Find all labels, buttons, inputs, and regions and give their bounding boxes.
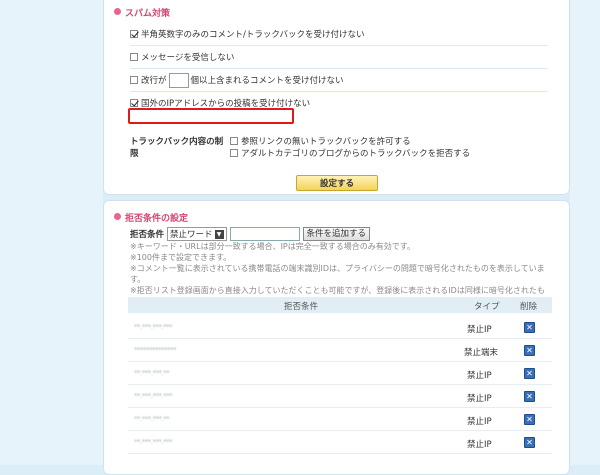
condition-type: 禁止IP bbox=[467, 394, 492, 404]
reject-adult-label: アダルトカテゴリのブログからのトラックバックを拒否する bbox=[241, 149, 471, 159]
condition-type: 禁止IP bbox=[467, 325, 492, 335]
note-line: ※100件まで設定できます。 bbox=[130, 253, 232, 262]
condition-input[interactable] bbox=[229, 227, 300, 241]
reject-section-heading: 拒否条件の設定 bbox=[114, 211, 188, 224]
bullet-icon bbox=[114, 8, 121, 15]
condition-label: 拒否条件 bbox=[130, 230, 165, 240]
chevron-down-icon: ▼ bbox=[214, 229, 224, 239]
reject-adult-checkbox[interactable] bbox=[230, 149, 238, 157]
spam-settings-panel: スパム対策 半角英数字のみのコメント/トラックバックを受け付けない メッセージを… bbox=[103, 0, 570, 195]
condition-type: 禁止端末 bbox=[464, 348, 499, 358]
note-line: ※キーワード・URLは部分一致する場合、IPは完全一致する場合のみ有効です。 bbox=[130, 242, 415, 251]
condition-type: 禁止IP bbox=[467, 371, 492, 381]
delete-icon[interactable]: ✕ bbox=[524, 368, 535, 379]
alnum-only-label: 半角英数字のみのコメント/トラックバックを受け付けない bbox=[141, 30, 365, 40]
delete-icon[interactable]: ✕ bbox=[524, 414, 535, 425]
condition-value: **.***.***.*** bbox=[134, 392, 173, 400]
left-background bbox=[0, 0, 103, 465]
table-header: 拒否条件 タイプ 削除 bbox=[128, 297, 552, 313]
allow-no-link-label: 参照リンクの無いトラックバックを許可する bbox=[241, 137, 411, 147]
condition-type-value: 禁止ワード bbox=[170, 230, 213, 240]
header-type: タイプ bbox=[474, 302, 500, 312]
table-row: **.***.***.*** 禁止IP ✕ bbox=[128, 385, 552, 408]
note-line: ※コメント一覧に表示されている携帯電話の端末識別IDは、プライバシーの問題で暗号… bbox=[130, 264, 545, 284]
spam-option-row: 半角英数字のみのコメント/トラックバックを受け付けない bbox=[130, 23, 548, 46]
allow-no-link-checkbox[interactable] bbox=[230, 137, 238, 145]
condition-type-select[interactable]: 禁止ワード ▼ bbox=[167, 227, 227, 241]
delete-icon[interactable]: ✕ bbox=[524, 322, 535, 333]
submit-button[interactable]: 設定する bbox=[296, 175, 378, 191]
condition-value: **.***.***.** bbox=[134, 369, 170, 377]
condition-value: **.***.***.** bbox=[134, 415, 170, 423]
line-break-label-before: 改行が bbox=[141, 76, 167, 86]
line-break-checkbox[interactable] bbox=[130, 76, 138, 84]
trackback-restriction: トラックバック内容の制限 参照リンクの無いトラックバックを許可する アダルトカテ… bbox=[130, 135, 470, 159]
spam-option-row: メッセージを受信しない bbox=[130, 46, 548, 69]
condition-value: ************** bbox=[134, 346, 177, 354]
condition-value: **.***.***.*** bbox=[134, 438, 173, 446]
spam-option-row: 改行が 個以上含まれるコメントを受け付けない bbox=[130, 69, 548, 92]
alnum-only-checkbox[interactable] bbox=[130, 30, 138, 38]
line-break-count-input[interactable] bbox=[168, 72, 189, 88]
spam-section-title: スパム対策 bbox=[125, 9, 171, 19]
table-row: **.***.***.** 禁止IP ✕ bbox=[128, 362, 552, 385]
condition-entry: 拒否条件 禁止ワード ▼ 条件を追加する bbox=[130, 227, 371, 241]
right-background bbox=[570, 0, 600, 465]
condition-value: **.***.***.*** bbox=[134, 323, 173, 331]
no-message-label: メッセージを受信しない bbox=[141, 53, 235, 63]
reject-section-title: 拒否条件の設定 bbox=[125, 214, 189, 224]
header-delete: 削除 bbox=[520, 302, 538, 312]
bullet-icon bbox=[114, 213, 121, 220]
table-row: **.***.***.*** 禁止IP ✕ bbox=[128, 316, 552, 339]
delete-icon[interactable]: ✕ bbox=[524, 437, 535, 448]
line-break-label-after: 個以上含まれるコメントを受け付けない bbox=[190, 76, 344, 86]
highlight-frame bbox=[128, 108, 294, 124]
condition-type: 禁止IP bbox=[467, 440, 492, 450]
reject-conditions-panel: 拒否条件の設定 拒否条件 禁止ワード ▼ 条件を追加する ※キーワード・URLは… bbox=[103, 200, 570, 475]
table-row: ************** 禁止端末 ✕ bbox=[128, 339, 552, 362]
table-row: **.***.***.*** 禁止IP ✕ bbox=[128, 431, 552, 454]
spam-section-heading: スパム対策 bbox=[114, 6, 170, 19]
add-condition-button[interactable]: 条件を追加する bbox=[302, 227, 371, 241]
delete-icon[interactable]: ✕ bbox=[524, 391, 535, 402]
delete-icon[interactable]: ✕ bbox=[524, 345, 535, 356]
table-row: **.***.***.** 禁止IP ✕ bbox=[128, 408, 552, 431]
trackback-label: トラックバック内容の制限 bbox=[130, 137, 224, 159]
header-condition: 拒否条件 bbox=[284, 302, 319, 312]
no-message-checkbox[interactable] bbox=[130, 53, 138, 61]
condition-type: 禁止IP bbox=[467, 417, 492, 427]
foreign-ip-checkbox[interactable] bbox=[130, 99, 138, 107]
